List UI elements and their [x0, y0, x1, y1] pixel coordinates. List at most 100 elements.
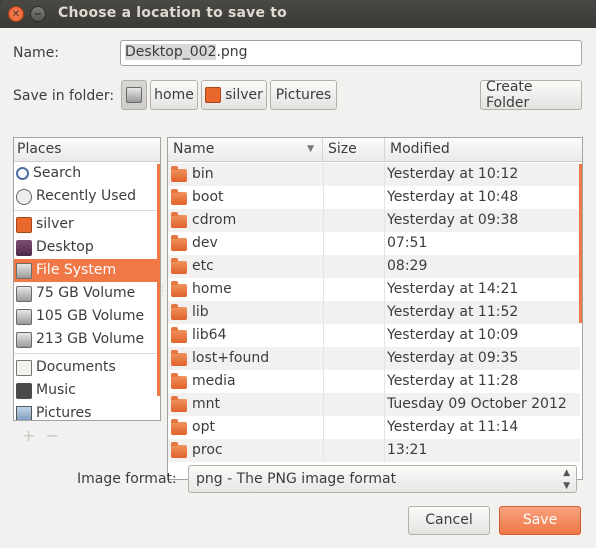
place-search[interactable]: Search: [14, 162, 160, 185]
filename-input[interactable]: Desktop_002.png: [120, 40, 582, 66]
table-row[interactable]: opt Yesterday at 11:14: [168, 416, 580, 439]
table-row[interactable]: proc 13:21: [168, 439, 580, 462]
place-silver[interactable]: silver: [14, 213, 160, 236]
folder-icon: [171, 189, 187, 205]
file-modified-cell: Yesterday at 11:28: [387, 373, 519, 389]
place-label: Documents: [36, 359, 116, 375]
table-row[interactable]: media Yesterday at 11:28: [168, 370, 580, 393]
place-music[interactable]: Music: [14, 379, 160, 402]
table-row[interactable]: lib64 Yesterday at 10:09: [168, 324, 580, 347]
file-modified-cell: Yesterday at 09:38: [387, 212, 519, 228]
cancel-button[interactable]: Cancel: [408, 506, 490, 535]
file-name: boot: [192, 189, 224, 205]
file-modified-cell: Yesterday at 14:21: [387, 281, 519, 297]
place-label: 105 GB Volume: [36, 308, 145, 324]
folder-icon: [171, 235, 187, 251]
column-name-header[interactable]: Name ▼: [168, 138, 323, 162]
folder-icon: [171, 396, 187, 412]
file-modified-cell: 08:29: [387, 258, 428, 274]
file-name: mnt: [192, 396, 220, 412]
folder-icon: [171, 419, 187, 435]
file-name: bin: [192, 166, 214, 182]
table-row[interactable]: etc 08:29: [168, 255, 580, 278]
table-row[interactable]: dev 07:51: [168, 232, 580, 255]
path-button-pictures[interactable]: Pictures: [270, 80, 337, 110]
file-size-cell: [323, 301, 385, 324]
image-format-select[interactable]: png - The PNG image format ▲ ▼: [188, 465, 577, 493]
place-label: 75 GB Volume: [36, 285, 136, 301]
folder-icon: [171, 212, 187, 228]
place-label: 213 GB Volume: [36, 331, 145, 347]
folder-icon: [171, 442, 187, 458]
file-modified-cell: Yesterday at 10:12: [387, 166, 519, 182]
drive-icon: [16, 262, 32, 279]
image-format-label: Image format:: [77, 471, 177, 487]
title-bar: ✕ − Choose a location to save to: [0, 0, 596, 28]
desktop-icon: [16, 239, 32, 256]
save-in-label: Save in folder:: [13, 88, 115, 104]
file-modified-cell: Yesterday at 11:14: [387, 419, 519, 435]
file-size-cell: [323, 163, 385, 186]
place-label: silver: [36, 216, 74, 232]
table-row[interactable]: boot Yesterday at 10:48: [168, 186, 580, 209]
file-name-cell: home: [171, 278, 232, 301]
places-header[interactable]: Places: [14, 138, 160, 162]
pane-resize-handle[interactable]: · · ·: [161, 284, 164, 300]
pictures-icon: [16, 405, 32, 420]
table-row[interactable]: lost+found Yesterday at 09:35: [168, 347, 580, 370]
column-modified-header[interactable]: Modified: [385, 138, 580, 162]
places-scrollbar[interactable]: [157, 164, 160, 396]
add-remove-bookmark: + −: [22, 426, 59, 445]
place-label: Search: [33, 165, 82, 181]
table-row[interactable]: bin Yesterday at 10:12: [168, 163, 580, 186]
path-button-home[interactable]: home: [150, 80, 198, 110]
home-folder-icon: [205, 87, 222, 103]
folder-icon: [171, 350, 187, 366]
files-scrollbar[interactable]: [579, 164, 582, 323]
save-button[interactable]: Save: [499, 506, 581, 535]
path-root-button[interactable]: [121, 80, 147, 110]
column-size-header[interactable]: Size: [323, 138, 385, 162]
minimize-button[interactable]: −: [30, 6, 46, 22]
table-row[interactable]: mnt Tuesday 09 October 2012: [168, 393, 580, 416]
column-label: Name: [173, 141, 215, 157]
file-name: media: [192, 373, 236, 389]
file-name: opt: [192, 419, 215, 435]
file-name: lost+found: [192, 350, 270, 366]
recent-icon: [16, 188, 32, 205]
drive-icon: [16, 308, 32, 325]
file-size-cell: [323, 439, 385, 462]
file-size-cell: [323, 370, 385, 393]
place-75gb-volume[interactable]: 75 GB Volume: [14, 282, 160, 305]
close-button[interactable]: ✕: [8, 6, 24, 22]
places-separator: [14, 210, 160, 211]
create-folder-button[interactable]: Create Folder: [480, 79, 582, 111]
path-button-silver[interactable]: silver: [201, 80, 267, 110]
table-row[interactable]: lib Yesterday at 11:52: [168, 301, 580, 324]
places-panel: Places Search Recently Used silver Deskt…: [13, 137, 161, 421]
place-213gb-volume[interactable]: 213 GB Volume: [14, 328, 160, 351]
file-name: dev: [192, 235, 218, 251]
save-dialog: ✕ − Choose a location to save to Name: D…: [0, 0, 596, 548]
table-row[interactable]: home Yesterday at 14:21: [168, 278, 580, 301]
place-pictures[interactable]: Pictures: [14, 402, 160, 420]
file-size-cell: [323, 393, 385, 416]
file-size-cell: [323, 416, 385, 439]
place-105gb-volume[interactable]: 105 GB Volume: [14, 305, 160, 328]
place-recently-used[interactable]: Recently Used: [14, 185, 160, 208]
drive-icon: [16, 331, 32, 348]
place-file-system[interactable]: File System: [14, 259, 160, 282]
file-modified-cell: 07:51: [387, 235, 428, 251]
column-label: Size: [328, 141, 357, 157]
place-documents[interactable]: Documents: [14, 356, 160, 379]
place-desktop[interactable]: Desktop: [14, 236, 160, 259]
file-name-cell: lib: [171, 301, 209, 324]
add-bookmark-icon[interactable]: +: [22, 426, 35, 445]
folder-icon: [171, 373, 187, 389]
table-row[interactable]: cdrom Yesterday at 09:38: [168, 209, 580, 232]
file-size-cell: [323, 186, 385, 209]
folder-icon: [171, 258, 187, 274]
file-modified-cell: Yesterday at 09:35: [387, 350, 519, 366]
remove-bookmark-icon[interactable]: −: [46, 426, 59, 445]
dialog-body: Name: Desktop_002.png Save in folder: ho…: [0, 28, 596, 548]
